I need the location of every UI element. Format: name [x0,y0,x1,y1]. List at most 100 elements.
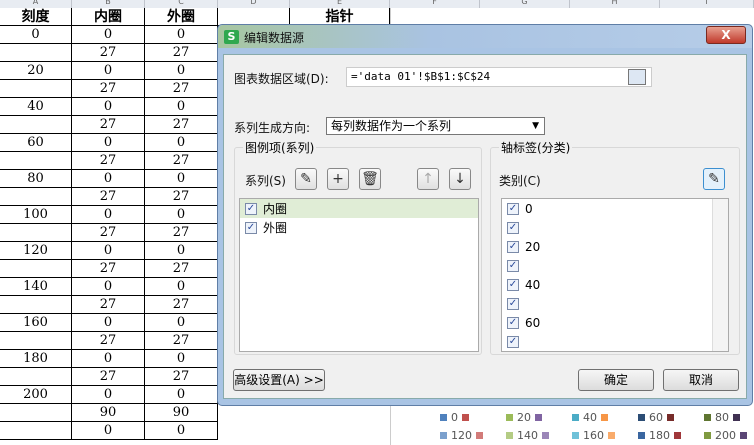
cell[interactable]: 0 [72,170,145,188]
cell[interactable]: 140 [0,278,72,296]
cell[interactable] [0,404,72,422]
cell[interactable]: 0 [145,62,218,80]
cell[interactable] [0,260,72,278]
advanced-settings-button[interactable]: 高级设置(A) >> [233,369,325,391]
category-item[interactable]: ✓ [502,256,728,275]
cell[interactable] [0,152,72,170]
cell[interactable]: 27 [72,116,145,134]
checkbox[interactable]: ✓ [245,221,257,234]
cell[interactable]: 160 [0,314,72,332]
cancel-button[interactable]: 取消 [663,369,739,391]
cell[interactable]: 40 [0,98,72,116]
checkbox[interactable]: ✓ [507,335,519,348]
column-header[interactable]: I [660,0,754,8]
cell[interactable]: 27 [72,152,145,170]
category-item[interactable]: ✓ [502,332,728,351]
cell[interactable]: 27 [72,368,145,386]
cell[interactable] [0,368,72,386]
cell[interactable] [0,116,72,134]
cell[interactable]: 0 [145,26,218,44]
cell[interactable]: 0 [145,386,218,404]
checkbox[interactable]: ✓ [245,202,257,215]
cell[interactable]: 27 [72,44,145,62]
cell[interactable]: 27 [72,332,145,350]
cell[interactable]: 0 [72,26,145,44]
cell[interactable]: 27 [145,152,218,170]
column-header[interactable]: E [290,0,390,8]
cell[interactable] [0,332,72,350]
cell[interactable]: 27 [72,80,145,98]
cell[interactable]: 27 [145,116,218,134]
cell[interactable]: 27 [145,80,218,98]
cell[interactable] [0,44,72,62]
column-header[interactable]: B [72,0,145,8]
delete-series-button[interactable]: 🗑 [359,168,381,190]
cell[interactable]: 60 [0,134,72,152]
category-item[interactable]: ✓ 0 [502,199,728,218]
edit-category-button[interactable]: ✎ [703,168,725,190]
category-item[interactable]: ✓ 60 [502,313,728,332]
cell[interactable]: 内圈 [72,8,145,26]
cell[interactable]: 0 [72,242,145,260]
cell[interactable]: 20 [0,62,72,80]
cell[interactable] [0,224,72,242]
close-button[interactable]: X [706,26,746,44]
column-header[interactable]: F [390,0,480,8]
cell[interactable] [0,80,72,98]
checkbox[interactable]: ✓ [507,278,519,291]
cell[interactable]: 200 [0,386,72,404]
cell[interactable] [0,296,72,314]
checkbox[interactable]: ✓ [507,202,519,215]
edit-series-button[interactable]: ✎ [295,168,317,190]
cell[interactable]: 27 [72,260,145,278]
title-bar[interactable]: S 编辑数据源 X [218,25,752,48]
cell[interactable]: 90 [145,404,218,422]
cell[interactable]: 0 [0,26,72,44]
cell[interactable] [0,422,72,440]
range-picker-icon[interactable] [628,69,646,85]
column-header[interactable]: D [218,0,290,8]
move-up-button[interactable]: ↑ [417,168,439,190]
cell[interactable]: 0 [72,350,145,368]
column-header[interactable]: A [0,0,72,8]
series-item[interactable]: ✓ 内圈 [240,199,478,218]
cell[interactable]: 0 [145,350,218,368]
category-item[interactable]: ✓ 20 [502,237,728,256]
checkbox[interactable]: ✓ [507,297,519,310]
cell[interactable]: 0 [145,314,218,332]
checkbox[interactable]: ✓ [507,221,519,234]
cell[interactable]: 0 [72,314,145,332]
cell[interactable]: 0 [72,422,145,440]
cell[interactable]: 0 [72,386,145,404]
cell[interactable]: 刻度 [0,8,72,26]
cell[interactable]: 27 [72,296,145,314]
cell[interactable]: 外圈 [145,8,218,26]
series-item[interactable]: ✓ 外圈 [240,218,478,237]
cell[interactable]: 0 [145,98,218,116]
cell[interactable]: 0 [72,134,145,152]
cell[interactable]: 27 [145,44,218,62]
cell[interactable]: 0 [145,422,218,440]
scrollbar[interactable] [712,199,728,351]
cell[interactable]: 27 [145,260,218,278]
cell[interactable] [0,188,72,206]
cell[interactable]: 0 [72,206,145,224]
range-input[interactable]: ='data 01'!$B$1:$C$24 [346,67,652,87]
cell[interactable]: 120 [0,242,72,260]
cell[interactable]: 27 [72,224,145,242]
move-down-button[interactable]: ↓ [449,168,471,190]
category-item[interactable]: ✓ 40 [502,275,728,294]
cell[interactable]: 100 [0,206,72,224]
cell[interactable]: 90 [72,404,145,422]
cell[interactable]: 0 [145,170,218,188]
checkbox[interactable]: ✓ [507,316,519,329]
cell[interactable]: 0 [145,134,218,152]
cell[interactable]: 0 [145,278,218,296]
cell[interactable]: 27 [145,296,218,314]
column-header[interactable]: G [480,0,570,8]
column-header[interactable]: H [570,0,660,8]
cell[interactable]: 80 [0,170,72,188]
add-series-button[interactable]: + [327,168,349,190]
category-item[interactable]: ✓ [502,218,728,237]
ok-button[interactable]: 确定 [578,369,654,391]
